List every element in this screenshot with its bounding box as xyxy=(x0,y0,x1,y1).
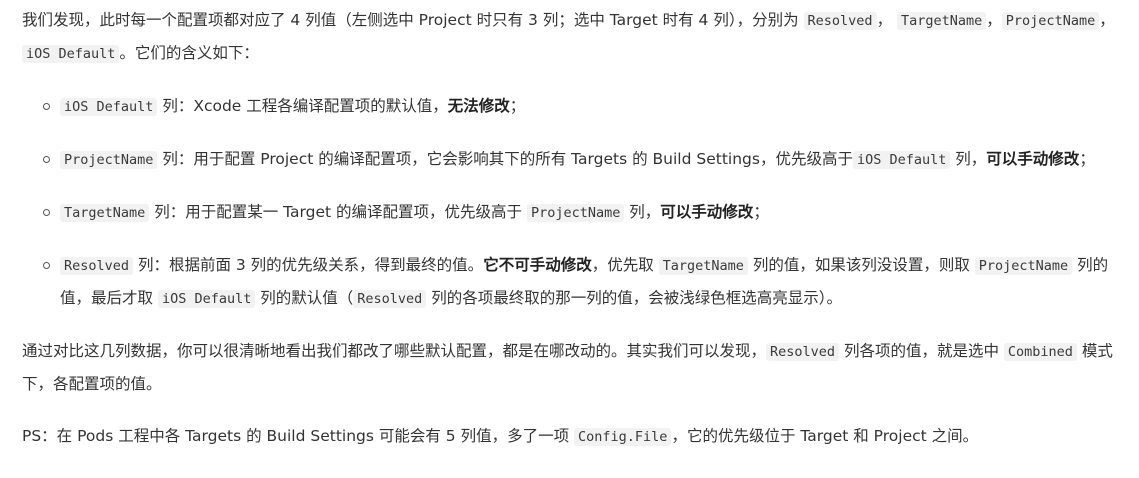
hollow-bullet-icon xyxy=(43,262,50,269)
item-text: ； xyxy=(1079,150,1095,168)
item-code: iOS Default xyxy=(157,290,256,308)
intro-text-4: ， xyxy=(1099,11,1115,29)
code-resolved: Resolved xyxy=(766,343,840,361)
item-code: ProjectName xyxy=(974,257,1073,275)
column-meaning-list: iOS Default 列：Xcode 工程各编译配置项的默认值，无法修改； P… xyxy=(22,90,1119,315)
comparison-paragraph: 通过对比这几列数据，你可以很清晰地看出我们都改了哪些默认配置，都是在哪改动的。其… xyxy=(22,335,1119,400)
item-code: Resolved xyxy=(353,290,427,308)
intro-text-5: 。它们的含义如下： xyxy=(119,44,259,62)
para2-text-1: 通过对比这几列数据，你可以很清晰地看出我们都改了哪些默认配置，都是在哪改动的。其… xyxy=(22,342,767,360)
item-text: 列：根据前面 3 列的优先级关系，得到最终的值。 xyxy=(133,256,484,274)
intro-paragraph: 我们发现，此时每一个配置项都对应了 4 列值（左侧选中 Project 时只有 … xyxy=(22,4,1119,70)
item-text: 列：用于配置 Project 的编译配置项，它会影响其下的所有 Targets … xyxy=(157,150,853,168)
item-text: 列， xyxy=(624,203,661,221)
hollow-bullet-icon xyxy=(43,156,50,163)
item-bold: 可以手动修改 xyxy=(986,150,1080,168)
item-bold: 无法修改 xyxy=(447,97,510,115)
item-bold: 可以手动修改 xyxy=(660,203,754,221)
item-bold: 它不可手动修改 xyxy=(483,256,592,274)
code-targetname: TargetName xyxy=(897,12,987,30)
intro-text-3: ， xyxy=(986,11,1002,29)
list-item-resolved: Resolved 列：根据前面 3 列的优先级关系，得到最终的值。它不可手动修改… xyxy=(43,249,1119,315)
hollow-bullet-icon xyxy=(43,209,50,216)
item-text: 列， xyxy=(950,150,987,168)
para2-text-2: 列各项的值，就是选中 xyxy=(839,342,1004,360)
item-code: TargetName xyxy=(658,257,748,275)
item-code: Resolved xyxy=(60,257,134,275)
item-text: 列的默认值（ xyxy=(255,289,354,307)
item-code: iOS Default xyxy=(852,151,951,169)
item-code: TargetName xyxy=(60,204,150,222)
code-projectname: ProjectName xyxy=(1001,12,1100,30)
article-body: 我们发现，此时每一个配置项都对应了 4 列值（左侧选中 Project 时只有 … xyxy=(0,0,1139,453)
list-item-targetname: TargetName 列：用于配置某一 Target 的编译配置项，优先级高于 … xyxy=(43,196,1119,229)
code-resolved: Resolved xyxy=(803,12,877,30)
ps-paragraph: PS：在 Pods 工程中各 Targets 的 Build Settings … xyxy=(22,420,1119,453)
hollow-bullet-icon xyxy=(43,103,50,110)
code-ios-default: iOS Default xyxy=(22,45,120,63)
item-text: ，优先取 xyxy=(591,256,659,274)
ps-text-1: PS：在 Pods 工程中各 Targets 的 Build Settings … xyxy=(22,427,575,445)
intro-text-2: ， xyxy=(876,11,897,29)
ps-text-2: ，它的优先级位于 Target 和 Project 之间。 xyxy=(671,427,979,445)
item-text: ； xyxy=(753,203,769,221)
item-text: 列：Xcode 工程各编译配置项的默认值， xyxy=(157,97,448,115)
intro-text-1: 我们发现，此时每一个配置项都对应了 4 列值（左侧选中 Project 时只有 … xyxy=(22,11,804,29)
item-text: 列：用于配置某一 Target 的编译配置项，优先级高于 xyxy=(149,203,527,221)
item-code: iOS Default xyxy=(60,98,158,116)
item-code: ProjectName xyxy=(526,204,625,222)
item-text: 列的各项最终取的那一列的值，会被浅绿色框选高亮显示）。 xyxy=(426,289,842,307)
item-text: 列的值，如果该列没设置，则取 xyxy=(747,256,975,274)
code-combined: Combined xyxy=(1003,343,1077,361)
list-item-ios-default: iOS Default 列：Xcode 工程各编译配置项的默认值，无法修改； xyxy=(43,90,1119,123)
code-config-file: Config.File xyxy=(574,428,672,446)
item-text: ； xyxy=(509,97,526,115)
list-item-projectname: ProjectName 列：用于配置 Project 的编译配置项，它会影响其下… xyxy=(43,143,1119,176)
item-code: ProjectName xyxy=(60,151,158,169)
